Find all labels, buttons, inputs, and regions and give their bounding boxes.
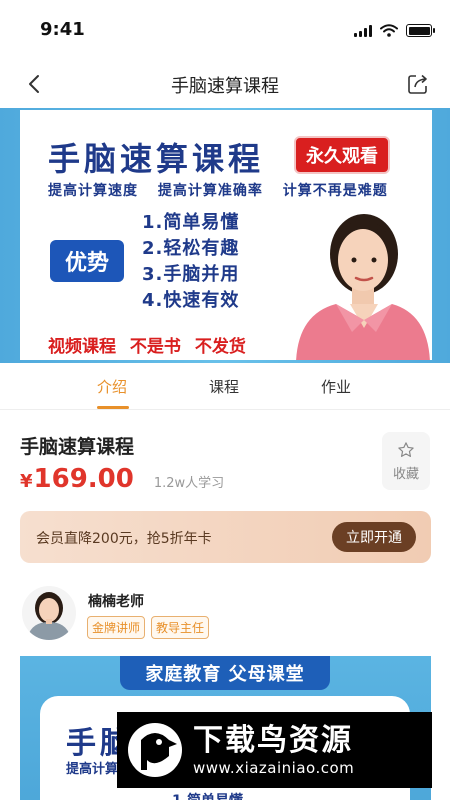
share-button[interactable] xyxy=(404,70,432,98)
nav-bar: 手脑速算课程 xyxy=(0,60,450,108)
teacher-photo xyxy=(296,214,430,360)
detail-line: 1.简单易懂 xyxy=(172,790,243,800)
banner-subtitle-item: 提高计算速度 xyxy=(48,183,138,199)
advantage-item: 1.简单易懂 xyxy=(142,212,240,233)
bird-logo-icon xyxy=(123,718,187,782)
advantage-item: 4.快速有效 xyxy=(142,290,240,311)
detail-header: 家庭教育 父母课堂 xyxy=(120,656,330,690)
advantage-item: 2.轻松有趣 xyxy=(142,238,240,259)
course-detail-page: 9:41 手脑速算课程 手脑速算课程 永久观看 提高计算速度 提高计算准确率 计… xyxy=(0,0,450,800)
signal-icon xyxy=(354,24,372,37)
share-icon xyxy=(408,74,427,94)
advantage-item: 3.手脑并用 xyxy=(142,264,240,285)
teacher-name: 楠楠老师 xyxy=(88,594,144,610)
banner-note-item: 不发货 xyxy=(194,337,246,357)
watermark: 下载鸟资源 www.xiazainiao.com xyxy=(117,712,432,788)
page-title: 手脑速算课程 xyxy=(171,76,279,97)
course-title: 手脑速算课程 xyxy=(20,436,135,458)
advantage-list: 1.简单易懂 2.轻松有趣 3.手脑并用 4.快速有效 xyxy=(142,208,239,312)
watermark-url: www.xiazainiao.com xyxy=(193,759,355,777)
banner-card: 手脑速算课程 永久观看 提高计算速度 提高计算准确率 计算不再是难题 优势 1.… xyxy=(20,110,432,360)
course-banner[interactable]: 手脑速算课程 永久观看 提高计算速度 提高计算准确率 计算不再是难题 优势 1.… xyxy=(0,108,450,363)
banner-title: 手脑速算课程 xyxy=(48,140,265,178)
banner-note-item: 不是书 xyxy=(129,337,181,357)
teacher-tags: 金牌讲师 教导主任 xyxy=(87,616,210,639)
banner-badge: 永久观看 xyxy=(294,136,390,174)
favorite-label: 收藏 xyxy=(392,466,419,482)
watermark-text: 下载鸟资源 www.xiazainiao.com xyxy=(193,723,354,777)
tab-indicator xyxy=(97,406,129,409)
banner-subtitle-item: 计算不再是难题 xyxy=(282,183,388,199)
member-promo-text: 会员直降200元，抢5折年卡 xyxy=(36,531,212,547)
favorite-button[interactable]: 收藏 xyxy=(382,432,430,490)
tab-course[interactable]: 课程 xyxy=(209,376,239,397)
teacher-tag: 金牌讲师 xyxy=(87,616,146,639)
star-icon xyxy=(398,441,414,457)
open-membership-button[interactable]: 立即开通 xyxy=(332,522,416,552)
tab-bar: 介绍 课程 作业 xyxy=(0,364,450,410)
price-currency: ¥ xyxy=(20,471,33,492)
price-row: ¥ 169.00 1.2w人学习 xyxy=(20,464,224,494)
teacher-avatar-image xyxy=(27,592,71,640)
status-time: 9:41 xyxy=(40,19,85,40)
member-promo[interactable]: 会员直降200元，抢5折年卡 立即开通 xyxy=(20,511,431,563)
advantage-badge: 优势 xyxy=(50,240,124,282)
watermark-main: 下载鸟资源 xyxy=(193,723,353,758)
learner-count: 1.2w人学习 xyxy=(153,476,225,491)
status-bar: 9:41 xyxy=(0,0,450,60)
price-value: 169.00 xyxy=(33,464,134,494)
tab-homework[interactable]: 作业 xyxy=(321,376,351,397)
teacher-tag: 教导主任 xyxy=(151,616,210,639)
banner-subtitle: 提高计算速度 提高计算准确率 计算不再是难题 xyxy=(48,180,402,200)
tab-intro[interactable]: 介绍 xyxy=(97,376,127,397)
battery-icon xyxy=(406,24,435,37)
banner-note: 视频课程 不是书 不发货 xyxy=(48,332,254,357)
teacher-avatar[interactable] xyxy=(22,586,76,640)
detail-subtitle: 提高计算 xyxy=(66,762,119,777)
banner-subtitle-item: 提高计算准确率 xyxy=(157,183,263,199)
banner-note-item: 视频课程 xyxy=(48,337,116,357)
wifi-icon xyxy=(380,24,398,37)
status-icons xyxy=(354,24,435,37)
